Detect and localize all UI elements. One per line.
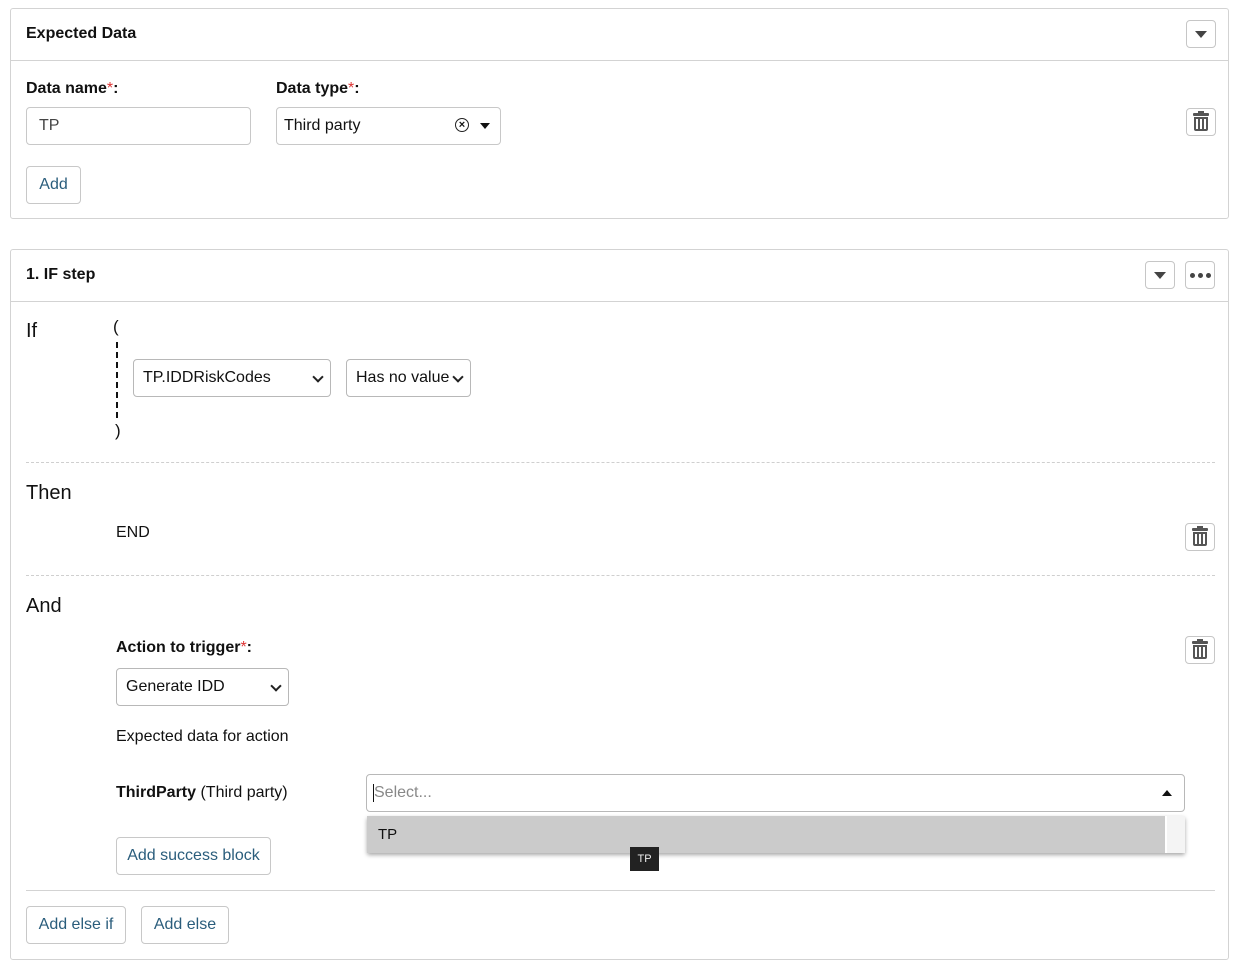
trash-icon [1193,111,1209,131]
expected-data-panel: Expected Data Data name*: TP Data type*:… [10,8,1229,219]
add-else-button[interactable]: Add else [141,906,229,944]
tooltip: TP [630,847,659,871]
add-button[interactable]: Add [26,166,81,204]
condition-group-line [116,342,118,418]
add-else-if-button[interactable]: Add else if [26,906,126,944]
expected-data-title: Expected Data [26,25,137,42]
if-then-divider [26,462,1215,463]
param-select-placeholder: Select... [374,784,432,801]
add-success-block-button[interactable]: Add success block [116,837,271,875]
data-name-value: TP [39,117,60,134]
footer-divider [26,890,1215,891]
trash-icon [1192,526,1208,546]
then-delete-button[interactable] [1185,523,1215,551]
chevron-down-icon [270,680,282,692]
if-step-title: 1. IF step [26,266,96,283]
condition-field-select[interactable]: TP.IDDRiskCodes [133,359,331,397]
trash-icon [1192,639,1208,659]
action-to-trigger-label: Action to trigger*: [116,639,252,656]
chevron-down-icon [452,371,464,383]
ellipsis-icon [1189,272,1211,278]
then-and-divider [26,575,1215,576]
data-name-input[interactable]: TP [26,107,251,145]
caret-down-icon [1195,30,1207,38]
caret-up-icon[interactable] [1162,790,1172,796]
expected-data-delete-button[interactable] [1186,108,1216,136]
param-select-input[interactable]: Select... [366,774,1185,812]
data-type-label: Data type*: [276,80,360,97]
caret-down-icon [480,123,490,129]
param-label: ThirdParty (Third party) [116,784,288,801]
data-type-value: Third party [284,117,361,134]
dropdown-option[interactable]: TP [367,816,1165,853]
open-paren: ( [113,317,119,336]
if-label: If [26,320,38,342]
then-label: Then [26,482,72,504]
dropdown-scrollbar[interactable] [1167,816,1185,853]
chevron-down-icon [312,371,324,383]
if-step-header: 1. IF step [11,250,1228,302]
and-label: And [26,595,62,617]
close-paren: ) [115,421,121,440]
param-dropdown-menu: TP [367,816,1185,853]
then-value: END [116,524,150,541]
if-step-panel: 1. IF step If ( ) TP.IDDRiskCodes Has no… [10,249,1229,960]
if-step-collapse-button[interactable] [1145,261,1175,289]
expected-data-collapse-button[interactable] [1186,20,1216,48]
expected-data-for-action-label: Expected data for action [116,728,289,745]
expected-data-header: Expected Data [11,9,1228,61]
and-delete-button[interactable] [1185,636,1215,664]
data-type-select[interactable]: Third party × [276,107,501,145]
clear-x-icon[interactable]: × [455,118,469,132]
condition-operator-select[interactable]: Has no value [346,359,471,397]
if-step-more-button[interactable] [1185,261,1215,289]
caret-down-icon [1154,271,1166,279]
data-name-label: Data name*: [26,80,119,97]
action-select[interactable]: Generate IDD [116,668,289,706]
